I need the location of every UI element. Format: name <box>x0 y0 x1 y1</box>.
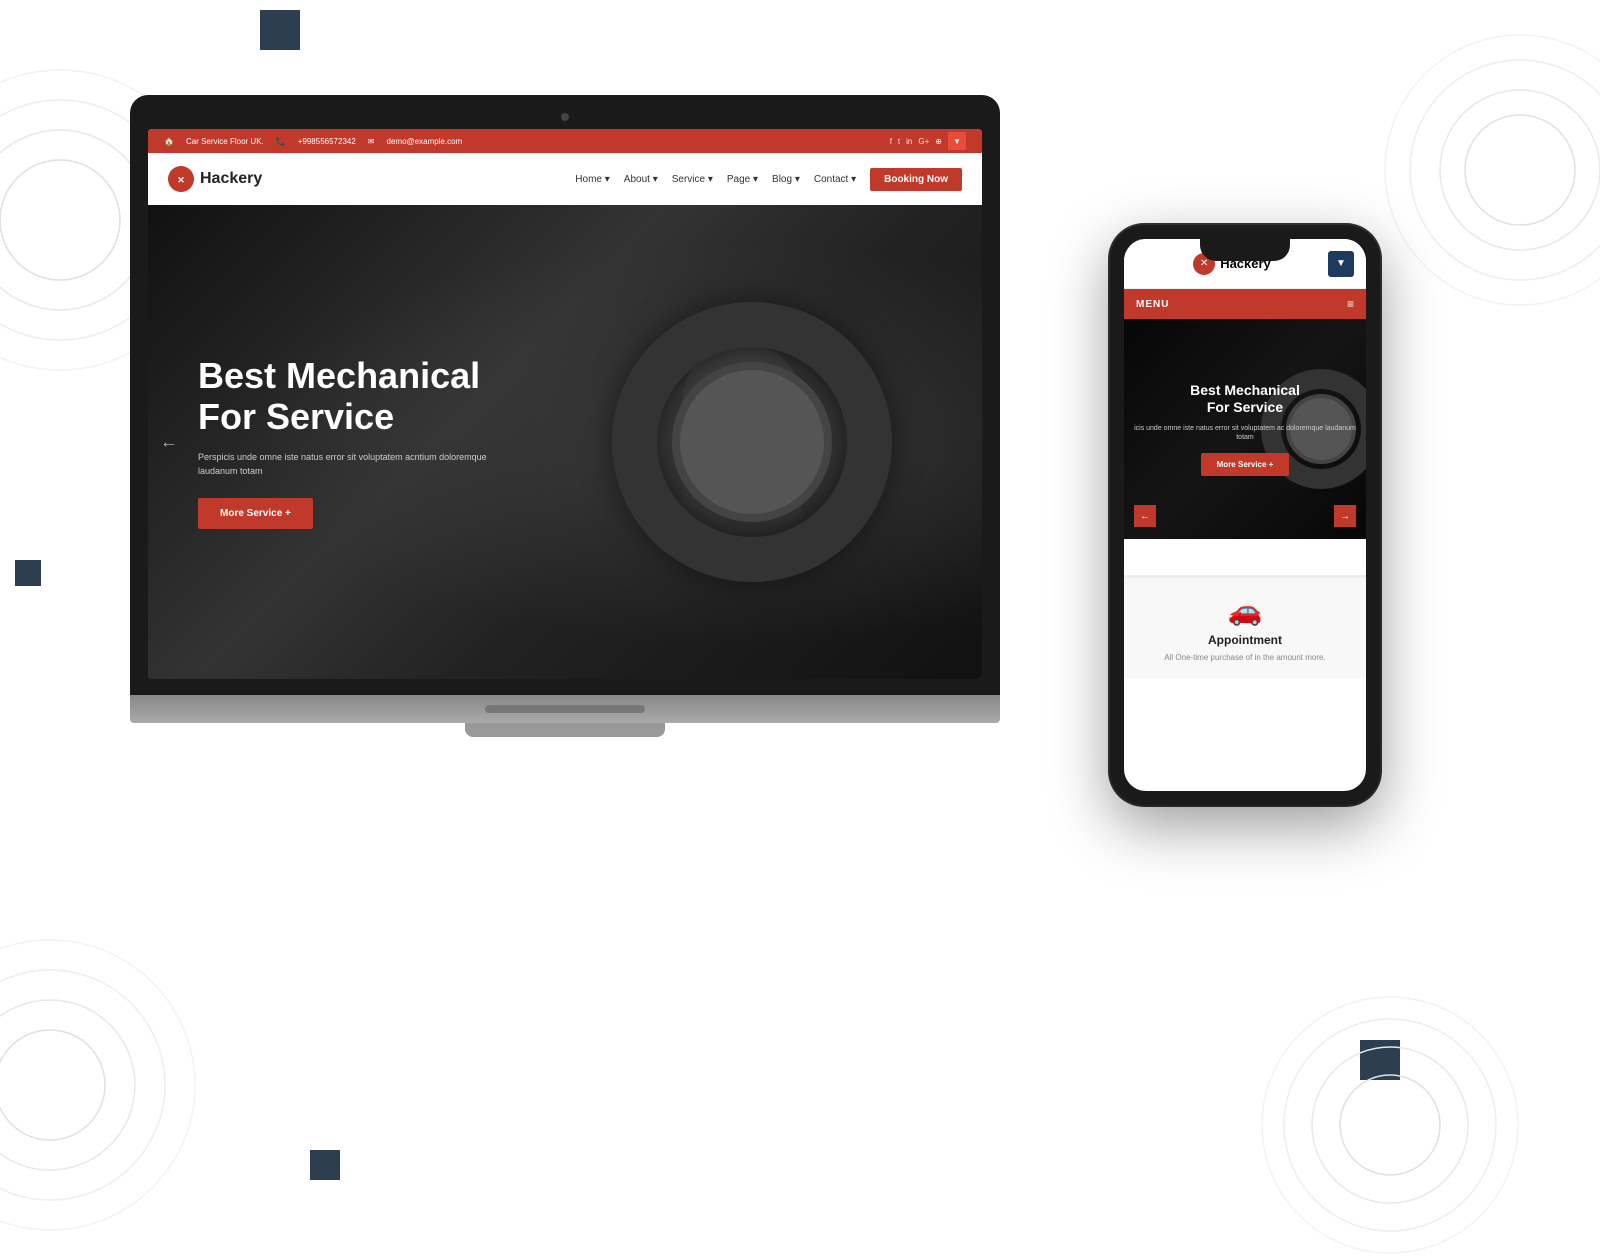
hero-content: Best Mechanical For Service Perspicis un… <box>198 355 932 530</box>
phone-title-line2: For Service <box>1207 399 1283 415</box>
site-navbar: ✕ Hackery Home ▾ About ▾ Service ▾ Page … <box>148 153 982 205</box>
nav-home[interactable]: Home ▾ <box>575 174 609 185</box>
phone-hero-cta-btn[interactable]: More Service + <box>1201 453 1290 476</box>
circle-decoration-bottom-right <box>1260 995 1520 1260</box>
svg-text:✕: ✕ <box>177 175 185 185</box>
phone-appointment-title: Appointment <box>1208 633 1282 647</box>
phone-next-arrow[interactable]: → <box>1334 505 1356 527</box>
laptop-base <box>130 695 1000 723</box>
phone-screen: ✕ Hackery ▼ MENU ≡ Best <box>1124 239 1366 791</box>
home-icon: 🏠 <box>164 137 174 146</box>
phone-car-icon: 🚗 <box>1228 594 1263 627</box>
hero-section: ← Best Mechanical For Service Perspicis … <box>148 205 982 679</box>
nav-contact[interactable]: Contact ▾ <box>814 174 856 185</box>
phone-white-separator <box>1124 539 1366 575</box>
phone-hero-section: Best Mechanical For Service icis unde om… <box>1124 319 1366 539</box>
nav-page[interactable]: Page ▾ <box>727 174 758 185</box>
circle-decoration-right <box>1380 30 1600 315</box>
circle-decoration-bottom-left <box>0 935 200 1240</box>
site-nav: Home ▾ About ▾ Service ▾ Page ▾ Blog ▾ C… <box>575 168 962 191</box>
nav-blog[interactable]: Blog ▾ <box>772 174 800 185</box>
email-icon: ✉ <box>368 137 375 146</box>
phone-title-line1: Best Mechanical <box>1190 382 1300 398</box>
hero-title: Best Mechanical For Service <box>198 355 932 438</box>
hero-title-line2: For Service <box>198 396 394 437</box>
hero-title-line1: Best Mechanical <box>198 355 480 396</box>
phone-mockup: ✕ Hackery ▼ MENU ≡ Best <box>1110 225 1380 815</box>
laptop-camera <box>561 113 569 121</box>
site-topbar: 🏠 Car Service Floor UK. 📞 +998556572342 … <box>148 129 982 153</box>
decorative-square-3 <box>15 560 41 586</box>
phone-hero-title: Best Mechanical For Service <box>1134 382 1356 416</box>
topbar-address: Car Service Floor UK. <box>186 137 264 146</box>
phone-hero-content: Best Mechanical For Service icis unde om… <box>1134 382 1356 476</box>
laptop-screen: 🏠 Car Service Floor UK. 📞 +998556572342 … <box>148 129 982 679</box>
site-logo: ✕ Hackery <box>168 166 262 192</box>
hero-cta-btn[interactable]: More Service + <box>198 498 313 529</box>
nav-service[interactable]: Service ▾ <box>672 174 713 185</box>
nav-about[interactable]: About ▾ <box>624 174 658 185</box>
phone-hero-arrows: ← → <box>1124 505 1366 527</box>
social-fb-icon: f <box>890 137 892 146</box>
social-in-icon: in <box>906 137 912 146</box>
decorative-square-1 <box>260 10 300 50</box>
hero-description: Perspicis unde omne iste natus error sit… <box>198 451 518 478</box>
phone-prev-arrow[interactable]: ← <box>1134 505 1156 527</box>
laptop-mockup: 🏠 Car Service Floor UK. 📞 +998556572342 … <box>130 95 1000 755</box>
booking-now-btn[interactable]: Booking Now <box>870 168 962 191</box>
phone-appointment-section: 🚗 Appointment All One-time purchase of i… <box>1124 575 1366 678</box>
social-gp-icon: G+ <box>918 137 929 146</box>
topbar-phone: +998556572342 <box>298 137 356 146</box>
laptop-body: 🏠 Car Service Floor UK. 📞 +998556572342 … <box>130 95 1000 695</box>
phone-menu-label: MENU <box>1136 299 1169 310</box>
phone-notch <box>1200 239 1290 261</box>
phone-appointment-description: All One-time purchase of in the amount m… <box>1164 653 1325 662</box>
topbar-email: demo@example.com <box>387 137 463 146</box>
hero-prev-arrow[interactable]: ← <box>160 432 178 453</box>
laptop-foot <box>465 723 665 737</box>
logo-text: Hackery <box>200 170 262 188</box>
topbar-right: f t in G+ ⊕ ▼ <box>890 132 966 150</box>
decorative-square-4 <box>310 1150 340 1180</box>
phone-menu-bar: MENU ≡ <box>1124 289 1366 319</box>
topbar-left: 🏠 Car Service Floor UK. 📞 +998556572342 … <box>164 137 462 146</box>
laptop-trackpad-hint <box>485 705 645 713</box>
phone-lang-btn[interactable]: ▼ <box>1328 251 1354 277</box>
phone-body: ✕ Hackery ▼ MENU ≡ Best <box>1110 225 1380 805</box>
phone-icon: 📞 <box>276 137 286 146</box>
phone-hero-description: icis unde omne iste natus error sit volu… <box>1134 424 1356 444</box>
social-extra-icon: ⊕ <box>935 137 942 146</box>
social-tw-icon: t <box>898 137 900 146</box>
phone-hamburger-icon[interactable]: ≡ <box>1347 297 1354 311</box>
logo-icon: ✕ <box>168 166 194 192</box>
language-btn[interactable]: ▼ <box>948 132 966 150</box>
